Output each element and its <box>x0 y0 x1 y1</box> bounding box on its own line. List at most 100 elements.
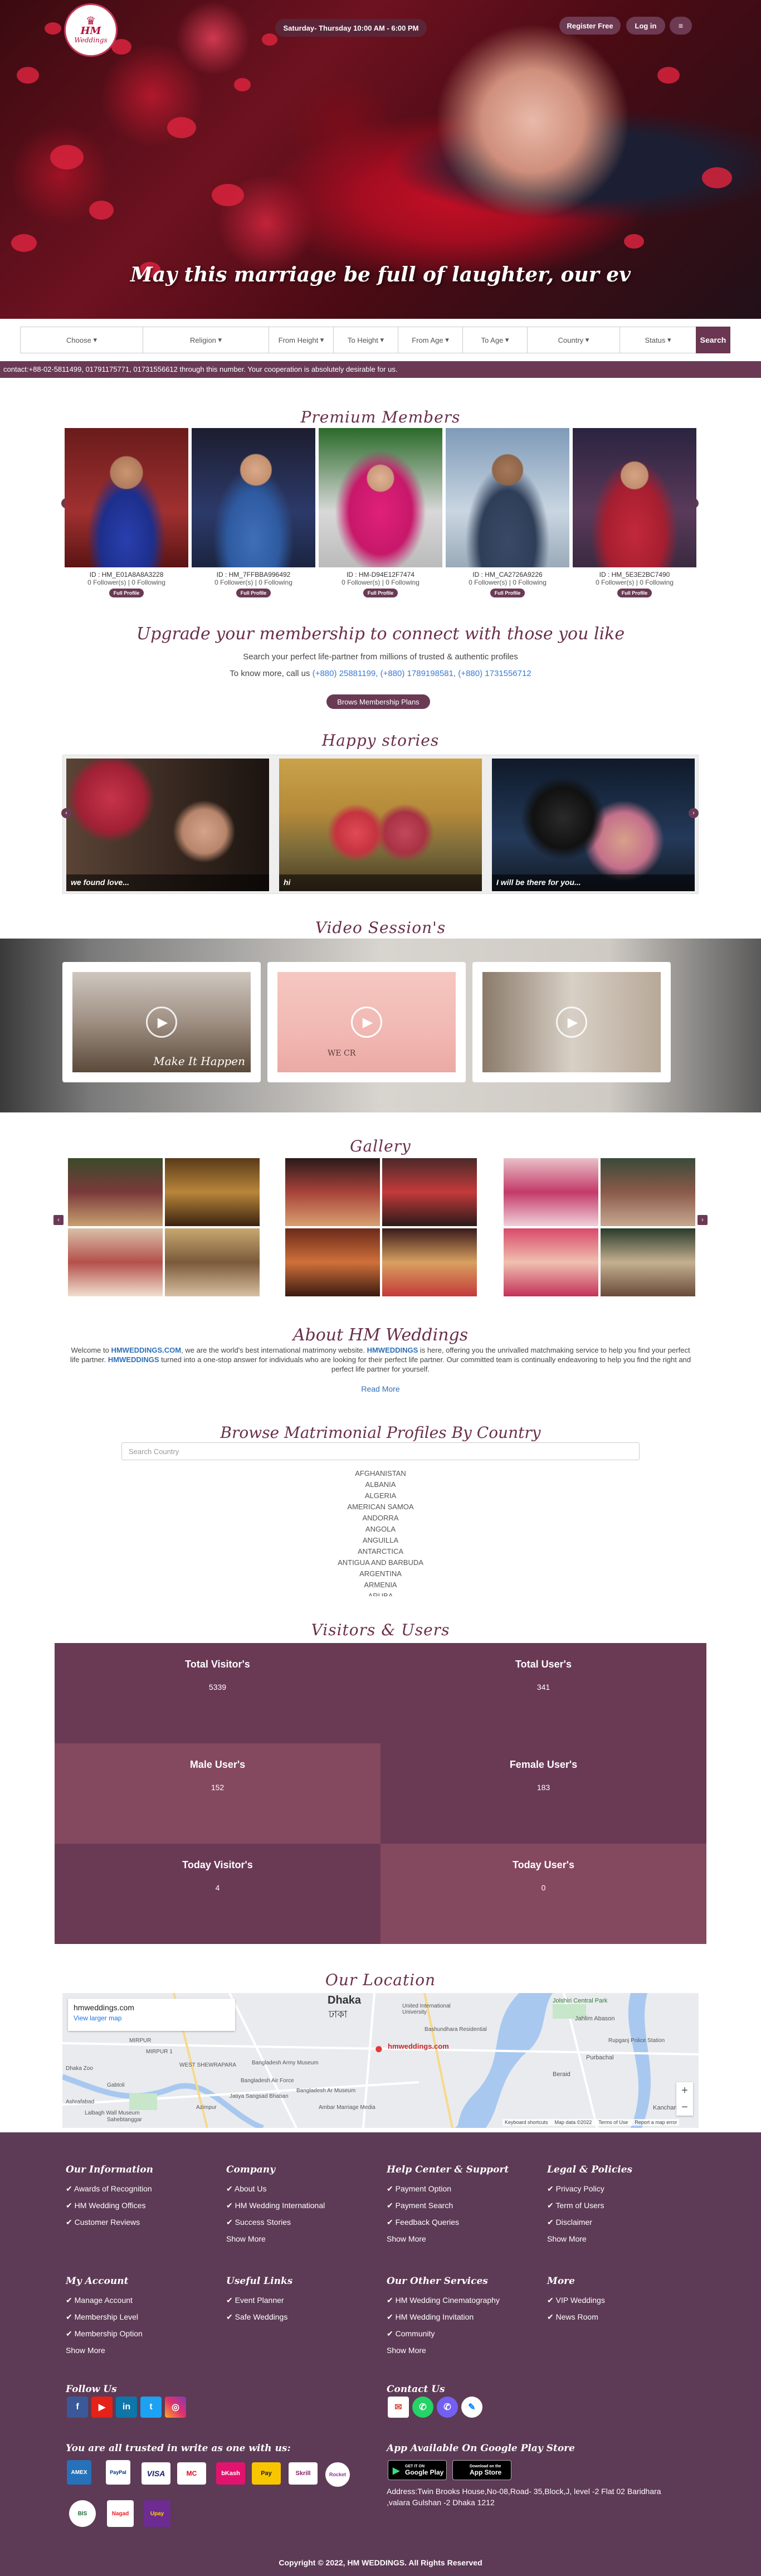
footer-link[interactable]: HM Wedding Cinematography <box>387 2292 500 2308</box>
country-item[interactable]: ARUBA <box>0 1591 761 1596</box>
footer-link[interactable]: Term of Users <box>547 2197 632 2214</box>
full-profile-button[interactable]: Full Profile <box>236 589 271 597</box>
whatsapp-icon[interactable]: ✆ <box>412 2397 433 2418</box>
stories-prev-arrow[interactable]: ‹ <box>61 808 71 818</box>
menu-icon[interactable]: ≡ <box>670 17 692 35</box>
location-map[interactable]: hmweddings.com View larger map ● hmweddi… <box>62 1993 699 2128</box>
youtube-icon[interactable]: ▶ <box>91 2397 113 2418</box>
show-more-link[interactable]: Show More <box>387 2230 509 2247</box>
read-more-link[interactable]: Read More <box>0 1384 761 1393</box>
full-profile-button[interactable]: Full Profile <box>490 589 525 597</box>
footer-link[interactable]: Community <box>387 2325 500 2342</box>
video-card[interactable]: ▶ Make It Happen <box>62 962 261 1082</box>
story-card[interactable]: we found love... <box>66 759 269 891</box>
footer-link[interactable]: Disclaimer <box>547 2214 632 2230</box>
country-select[interactable]: Country ▾ <box>528 327 620 353</box>
facebook-icon[interactable]: f <box>67 2397 88 2418</box>
gallery-photo[interactable] <box>601 1158 695 1226</box>
to-height-select[interactable]: To Height ▾ <box>334 327 398 353</box>
register-button[interactable]: Register Free <box>559 17 621 35</box>
to-age-select[interactable]: To Age ▾ <box>463 327 528 353</box>
gallery-next-arrow[interactable]: › <box>697 1215 708 1225</box>
from-height-select[interactable]: From Height ▾ <box>269 327 334 353</box>
country-item[interactable]: AMERICAN SAMOA <box>0 1501 761 1513</box>
country-item[interactable]: ARMENIA <box>0 1579 761 1591</box>
footer-link[interactable]: HM Wedding International <box>226 2197 325 2214</box>
country-item[interactable]: ANGOLA <box>0 1524 761 1535</box>
view-larger-map-link[interactable]: View larger map <box>74 2014 230 2022</box>
stories-next-arrow[interactable]: › <box>689 808 699 818</box>
app-store-button[interactable]: Download on the App Store <box>452 2460 511 2480</box>
gallery-photo[interactable] <box>285 1158 380 1226</box>
map-terms-link[interactable]: Terms of Use <box>598 2120 628 2125</box>
gallery-photo[interactable] <box>382 1228 477 1296</box>
footer-link[interactable]: VIP Weddings <box>547 2292 605 2308</box>
country-search-input[interactable]: Search Country <box>121 1442 640 1460</box>
footer-link[interactable]: Payment Option <box>387 2180 509 2197</box>
map-pin-icon[interactable]: ● <box>374 2040 383 2057</box>
country-item[interactable]: ALBANIA <box>0 1479 761 1490</box>
country-item[interactable]: ARGENTINA <box>0 1568 761 1579</box>
full-profile-button[interactable]: Full Profile <box>109 589 144 597</box>
full-profile-button[interactable]: Full Profile <box>363 589 398 597</box>
footer-link[interactable]: Success Stories <box>226 2214 325 2230</box>
gmail-icon[interactable]: ✉ <box>388 2397 409 2418</box>
footer-link[interactable]: HM Wedding Invitation <box>387 2308 500 2325</box>
gallery-photo[interactable] <box>504 1158 598 1226</box>
show-more-link[interactable]: Show More <box>226 2230 325 2247</box>
login-button[interactable]: Log in <box>626 17 665 35</box>
footer-link[interactable]: HM Wedding Offices <box>66 2197 153 2214</box>
member-card[interactable]: ID : HM_5E3E2BC7490 0 Follower(s) | 0 Fo… <box>573 428 696 601</box>
zoom-in-icon[interactable]: + <box>681 2084 688 2097</box>
status-select[interactable]: Status ▾ <box>620 327 696 353</box>
full-profile-button[interactable]: Full Profile <box>617 589 652 597</box>
footer-link[interactable]: Membership Option <box>66 2325 143 2342</box>
footer-link[interactable]: Privacy Policy <box>547 2180 632 2197</box>
footer-link[interactable]: News Room <box>547 2308 605 2325</box>
viber-icon[interactable]: ✆ <box>437 2397 458 2418</box>
member-card[interactable]: ID : HM-D94E12F7474 0 Follower(s) | 0 Fo… <box>319 428 442 601</box>
member-card[interactable]: ID : HM_CA2726A9226 0 Follower(s) | 0 Fo… <box>446 428 569 601</box>
site-logo[interactable]: ♛ HM Weddings <box>64 3 118 57</box>
gallery-photo[interactable] <box>601 1228 695 1296</box>
story-card[interactable]: I will be there for you... <box>492 759 695 891</box>
story-card[interactable]: hi <box>279 759 482 891</box>
play-icon[interactable]: ▶ <box>146 1007 177 1038</box>
gallery-photo[interactable] <box>68 1228 163 1296</box>
play-icon[interactable]: ▶ <box>351 1007 382 1038</box>
show-more-link[interactable]: Show More <box>547 2230 632 2247</box>
gallery-photo[interactable] <box>68 1158 163 1226</box>
map-keyboard-link[interactable]: Keyboard shortcuts <box>505 2120 548 2125</box>
member-card[interactable]: ID : HM_7FFBBA996492 0 Follower(s) | 0 F… <box>192 428 315 601</box>
footer-link[interactable]: Membership Level <box>66 2308 143 2325</box>
country-item[interactable]: ANDORRA <box>0 1513 761 1524</box>
country-item[interactable]: ANGUILLA <box>0 1535 761 1546</box>
gallery-photo[interactable] <box>504 1228 598 1296</box>
from-age-select[interactable]: From Age ▾ <box>398 327 463 353</box>
footer-link[interactable]: Feedback Queries <box>387 2214 509 2230</box>
gallery-prev-arrow[interactable]: ‹ <box>53 1215 64 1225</box>
map-report-link[interactable]: Report a map error <box>635 2120 677 2125</box>
footer-link[interactable]: About Us <box>226 2180 325 2197</box>
show-more-link[interactable]: Show More <box>66 2342 143 2359</box>
footer-link[interactable]: Customer Reviews <box>66 2214 153 2230</box>
footer-link[interactable]: Event Planner <box>226 2292 292 2308</box>
country-item[interactable]: ANTIGUA AND BARBUDA <box>0 1557 761 1568</box>
footer-link[interactable]: Payment Search <box>387 2197 509 2214</box>
video-card[interactable]: ▶ WE CR <box>267 962 466 1082</box>
member-card[interactable]: ID : HM_E01A8A8A3228 0 Follower(s) | 0 F… <box>65 428 188 601</box>
country-item[interactable]: ANTARCTICA <box>0 1546 761 1557</box>
messenger-icon[interactable]: ✎ <box>461 2397 482 2418</box>
membership-plans-button[interactable]: Brows Membership Plans <box>326 694 430 709</box>
play-icon[interactable]: ▶ <box>556 1007 587 1038</box>
gallery-photo[interactable] <box>165 1158 260 1226</box>
choose-select[interactable]: Choose ▾ <box>21 327 143 353</box>
gallery-photo[interactable] <box>382 1158 477 1226</box>
video-card[interactable]: ▶ <box>472 962 671 1082</box>
footer-link[interactable]: Awards of Recognition <box>66 2180 153 2197</box>
search-button[interactable]: Search <box>696 327 730 353</box>
religion-select[interactable]: Religion ▾ <box>143 327 269 353</box>
footer-link[interactable]: Safe Weddings <box>226 2308 292 2325</box>
zoom-out-icon[interactable]: − <box>681 2101 688 2114</box>
country-item[interactable]: AFGHANISTAN <box>0 1468 761 1479</box>
